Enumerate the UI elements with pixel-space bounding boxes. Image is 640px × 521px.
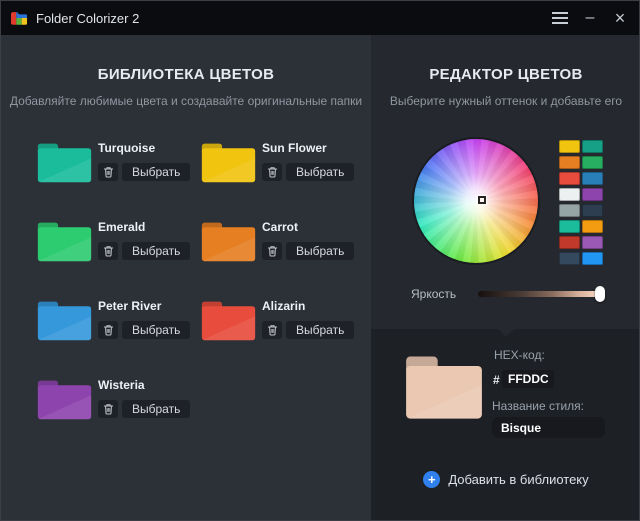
delete-folder-button[interactable] xyxy=(98,321,118,339)
brightness-slider-handle[interactable] xyxy=(595,286,605,302)
plus-icon: + xyxy=(423,471,440,488)
minimize-button[interactable]: – xyxy=(575,4,605,32)
color-swatch[interactable] xyxy=(559,140,580,153)
folder-icon[interactable] xyxy=(36,376,93,422)
delete-folder-button[interactable] xyxy=(262,321,282,339)
trash-icon xyxy=(103,403,114,415)
color-swatch[interactable] xyxy=(582,156,603,169)
folder-icon[interactable] xyxy=(36,139,93,185)
color-swatch[interactable] xyxy=(582,204,603,217)
folder-name: Carrot xyxy=(262,220,354,234)
library-panel: БИБЛИОТЕКА ЦВЕТОВ Добавляйте любимые цве… xyxy=(1,35,371,521)
color-swatch[interactable] xyxy=(559,236,580,249)
trash-icon xyxy=(103,166,114,178)
menu-button[interactable] xyxy=(545,4,575,32)
preset-swatches xyxy=(559,140,603,265)
app-window: Folder Colorizer 2 – × БИБЛИОТЕКА ЦВЕТОВ… xyxy=(0,0,640,521)
color-swatch[interactable] xyxy=(582,220,603,233)
select-color-button[interactable]: Выбрать xyxy=(122,242,190,260)
trash-icon xyxy=(103,324,114,336)
color-swatch[interactable] xyxy=(559,156,580,169)
folder-icon[interactable] xyxy=(36,218,93,264)
folder-name: Sun Flower xyxy=(262,141,354,155)
hex-label: HEX-код: xyxy=(494,348,545,362)
color-swatch[interactable] xyxy=(582,236,603,249)
library-subtitle: Добавляйте любимые цвета и создавайте ор… xyxy=(1,94,371,108)
window-controls: – × xyxy=(545,1,639,35)
library-title: БИБЛИОТЕКА ЦВЕТОВ xyxy=(1,66,371,83)
color-swatch[interactable] xyxy=(559,188,580,201)
folder-icon[interactable] xyxy=(200,139,257,185)
trash-icon xyxy=(267,324,278,336)
color-wheel[interactable] xyxy=(414,139,538,263)
window-title: Folder Colorizer 2 xyxy=(36,11,139,26)
select-color-button[interactable]: Выбрать xyxy=(286,163,354,181)
delete-folder-button[interactable] xyxy=(98,242,118,260)
folder-name: Peter River xyxy=(98,299,190,313)
folder-icon[interactable] xyxy=(200,218,257,264)
delete-folder-button[interactable] xyxy=(262,163,282,181)
style-name-label: Название стиля: xyxy=(492,399,584,413)
folder-name: Wisteria xyxy=(98,378,190,392)
hex-input[interactable] xyxy=(502,370,554,388)
brightness-label: Яркость xyxy=(411,287,456,301)
titlebar: Folder Colorizer 2 – × xyxy=(1,1,639,35)
brightness-slider[interactable] xyxy=(478,291,602,297)
section-notch xyxy=(498,329,514,337)
folder-name: Emerald xyxy=(98,220,190,234)
select-color-button[interactable]: Выбрать xyxy=(286,321,354,339)
trash-icon xyxy=(267,245,278,257)
preview-folder-icon xyxy=(404,353,484,421)
color-swatch[interactable] xyxy=(582,252,603,265)
add-to-library-button[interactable]: + Добавить в библиотеку xyxy=(371,467,640,491)
folder-name: Turquoise xyxy=(98,141,190,155)
trash-icon xyxy=(267,166,278,178)
library-item: Emerald Выбрать xyxy=(36,218,200,268)
folder-name: Alizarin xyxy=(262,299,354,313)
folder-icon[interactable] xyxy=(200,297,257,343)
library-item: Peter River Выбрать xyxy=(36,297,200,347)
hex-prefix: # xyxy=(493,373,500,387)
color-wheel-cursor[interactable] xyxy=(478,196,486,204)
app-logo-icon xyxy=(10,10,28,26)
color-swatch[interactable] xyxy=(582,188,603,201)
style-name-input[interactable] xyxy=(492,417,605,438)
select-color-button[interactable]: Выбрать xyxy=(122,163,190,181)
editor-subtitle: Выберите нужный оттенок и добавьте его xyxy=(371,94,640,108)
folder-icon[interactable] xyxy=(36,297,93,343)
library-item: Carrot Выбрать xyxy=(200,218,364,268)
trash-icon xyxy=(103,245,114,257)
color-swatch[interactable] xyxy=(582,140,603,153)
color-swatch[interactable] xyxy=(559,172,580,185)
editor-title: РЕДАКТОР ЦВЕТОВ xyxy=(371,66,640,83)
close-button[interactable]: × xyxy=(605,4,635,32)
select-color-button[interactable]: Выбрать xyxy=(286,242,354,260)
select-color-button[interactable]: Выбрать xyxy=(122,321,190,339)
delete-folder-button[interactable] xyxy=(98,163,118,181)
select-color-button[interactable]: Выбрать xyxy=(122,400,190,418)
editor-panel: РЕДАКТОР ЦВЕТОВ Выберите нужный оттенок … xyxy=(371,35,640,521)
hamburger-icon xyxy=(552,12,568,24)
library-item: Sun Flower Выбрать xyxy=(200,139,364,189)
library-item: Wisteria Выбрать xyxy=(36,376,200,426)
color-swatch[interactable] xyxy=(559,252,580,265)
color-swatch[interactable] xyxy=(559,220,580,233)
add-to-library-label: Добавить в библиотеку xyxy=(448,472,588,487)
delete-folder-button[interactable] xyxy=(262,242,282,260)
color-swatch[interactable] xyxy=(559,204,580,217)
delete-folder-button[interactable] xyxy=(98,400,118,418)
library-item: Alizarin Выбрать xyxy=(200,297,364,347)
color-swatch[interactable] xyxy=(582,172,603,185)
library-item: Turquoise Выбрать xyxy=(36,139,200,189)
